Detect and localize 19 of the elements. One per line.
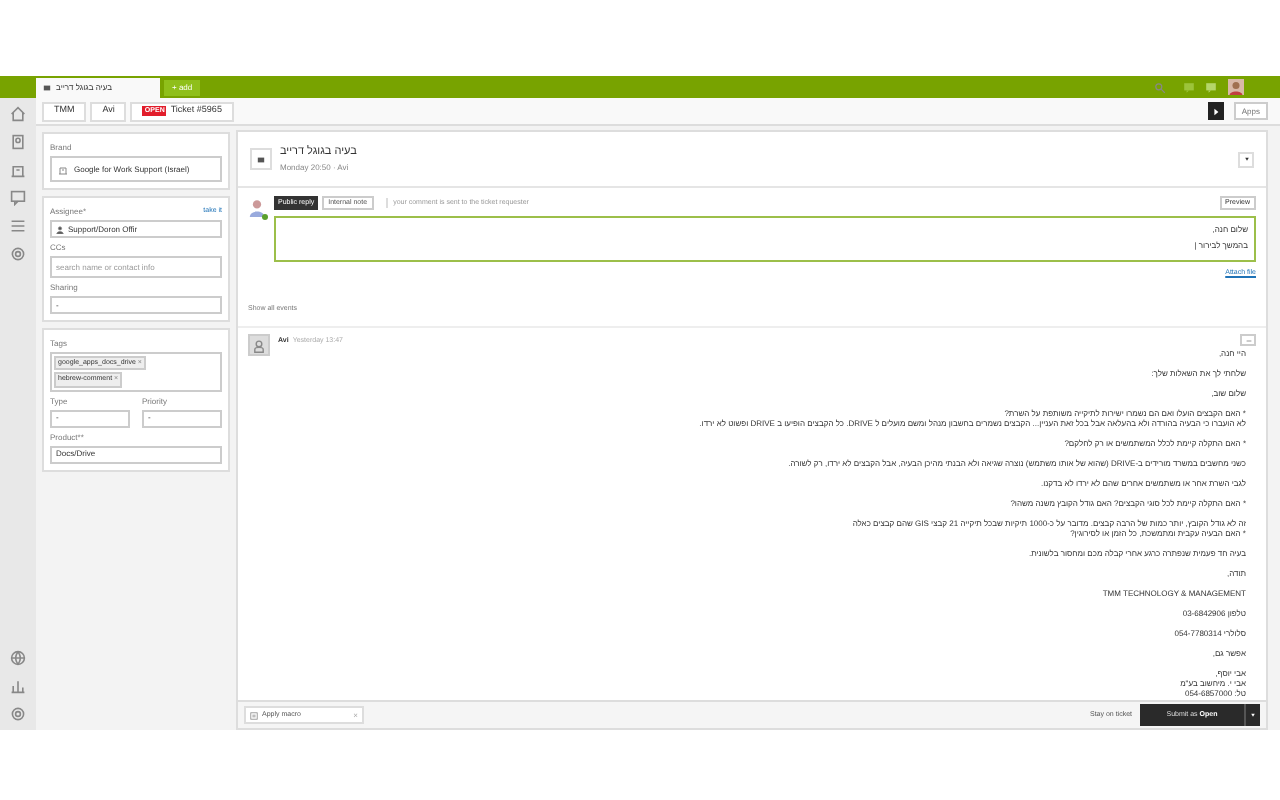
caret-icon[interactable] bbox=[1250, 712, 1256, 718]
gear-icon[interactable] bbox=[10, 246, 26, 262]
collapse-button[interactable] bbox=[1240, 334, 1256, 347]
chat-icon[interactable] bbox=[10, 190, 26, 206]
chat-icon[interactable] bbox=[1204, 81, 1218, 93]
ticket-icon[interactable] bbox=[256, 155, 266, 163]
globe-icon[interactable] bbox=[10, 650, 26, 666]
gear-icon[interactable] bbox=[10, 706, 26, 722]
list-icon[interactable] bbox=[250, 711, 258, 719]
avatar-icon[interactable] bbox=[1228, 78, 1244, 96]
list-icon[interactable] bbox=[10, 218, 26, 234]
caret-icon[interactable] bbox=[1243, 156, 1249, 162]
play-button[interactable] bbox=[1207, 102, 1224, 120]
home-icon[interactable] bbox=[10, 106, 26, 122]
ticket-icon[interactable] bbox=[42, 84, 52, 92]
bar-chart-icon[interactable] bbox=[10, 678, 26, 694]
avatar-icon[interactable] bbox=[248, 196, 266, 220]
chat-icon[interactable] bbox=[1182, 81, 1196, 93]
minus-icon[interactable] bbox=[1245, 337, 1251, 344]
